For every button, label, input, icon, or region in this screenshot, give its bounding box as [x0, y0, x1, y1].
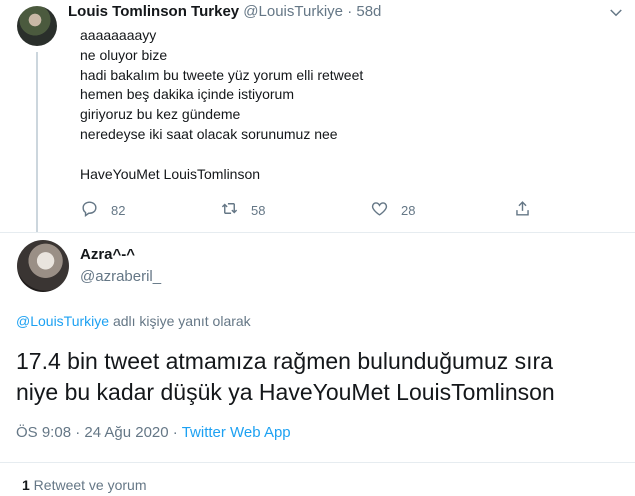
- tweet-text-line: hemen beş dakika içinde istiyorum: [80, 86, 294, 103]
- tweet-header: Louis Tomlinson Turkey @LouisTurkiye · 5…: [68, 3, 381, 20]
- user-handle[interactable]: @azraberil_: [80, 268, 161, 285]
- retweet-button[interactable]: 58: [220, 198, 265, 222]
- like-count: 28: [401, 202, 416, 218]
- chevron-down-icon[interactable]: [607, 4, 625, 22]
- tweet-text: 17.4 bin tweet atmamıza rağmen bulunduğu…: [16, 346, 626, 408]
- retweet-count: 1: [22, 477, 30, 493]
- thread-line: [36, 52, 38, 232]
- tweet-text-line: [80, 145, 363, 165]
- tweet-text-line: ne oluyor bize: [80, 46, 168, 63]
- retweet-count: 58: [251, 202, 266, 218]
- tweet-actions: 82 58 28: [80, 198, 540, 222]
- tweet-text-line: aaaaaaaayy: [80, 27, 157, 43]
- tweet-text-line: niye bu kadar düşük ya HaveYouMet LouisT…: [16, 379, 555, 405]
- tweet-text-line: giriyoruz bu kez gündeme: [80, 106, 241, 123]
- replying-to: @LouisTurkiye adlı kişiye yanıt olarak: [16, 313, 251, 329]
- tweet-text-line: hadi bakalım bu tweete yüz yorum elli re…: [80, 66, 364, 83]
- replying-to-link[interactable]: @LouisTurkiye: [16, 313, 109, 329]
- retweet-stats[interactable]: 1 Retweet ve yorum: [22, 477, 147, 493]
- reply-count: 82: [111, 202, 126, 218]
- divider: [0, 232, 635, 233]
- user-handle[interactable]: @LouisTurkiye: [243, 3, 343, 20]
- like-icon: [370, 199, 401, 221]
- parent-tweet[interactable]: Louis Tomlinson Turkey @LouisTurkiye · 5…: [0, 0, 635, 232]
- like-button[interactable]: 28: [370, 198, 415, 222]
- reply-button[interactable]: 82: [80, 198, 125, 222]
- timestamp[interactable]: ÖS 9:08 · 24 Ağu 2020 ·: [16, 424, 182, 441]
- reply-icon: [80, 199, 111, 221]
- display-name[interactable]: Louis Tomlinson Turkey: [68, 3, 239, 20]
- tweet-text-line: neredeyse iki saat olacak sorunumuz nee: [80, 125, 338, 142]
- retweet-label: Retweet ve yorum: [29, 477, 147, 493]
- retweet-icon: [220, 199, 251, 221]
- replying-to-label: adlı kişiye yanıt olarak: [109, 313, 251, 329]
- display-name[interactable]: Azra^-^: [80, 246, 135, 263]
- tweet-text-line: HaveYouMet LouisTomlinson: [80, 165, 261, 182]
- avatar[interactable]: [17, 6, 57, 46]
- tweet-timestamp: ÖS 9:08 · 24 Ağu 2020 · Twitter Web App: [16, 424, 291, 441]
- tweet-text-line: 17.4 bin tweet atmamıza rağmen bulunduğu…: [16, 348, 553, 374]
- share-button[interactable]: [513, 198, 544, 222]
- tweet-text: aaaaaaaayy ne oluyor bize hadi bakalım b…: [80, 26, 363, 184]
- meta-separator: ·: [347, 3, 353, 20]
- source-app-link[interactable]: Twitter Web App: [182, 424, 291, 441]
- avatar[interactable]: [17, 240, 69, 292]
- tweet-age[interactable]: 58d: [356, 3, 381, 20]
- divider: [0, 462, 635, 463]
- share-icon: [513, 199, 544, 221]
